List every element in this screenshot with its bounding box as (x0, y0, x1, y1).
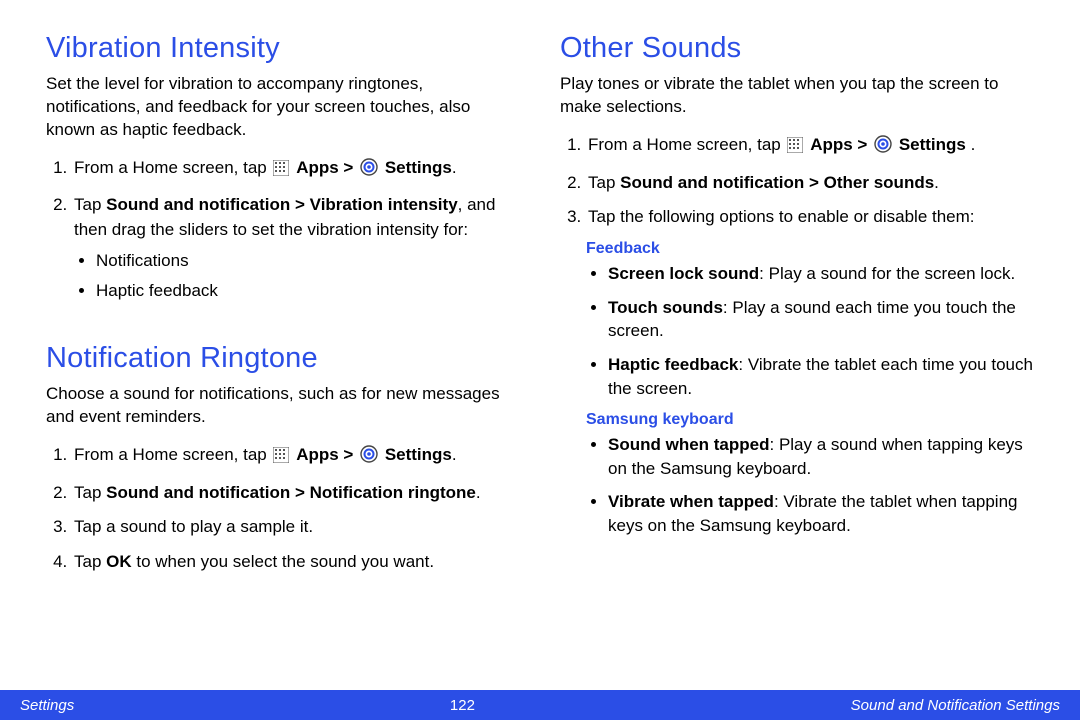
step-item: From a Home screen, tap Apps > Settings … (586, 133, 1034, 161)
step-bold: OK (106, 552, 132, 571)
feedback-list: Screen lock sound: Play a sound for the … (560, 262, 1034, 401)
settings-label: Settings (899, 135, 971, 154)
two-column-content: Vibration Intensity Set the level for vi… (0, 0, 1080, 585)
heading-other-sounds: Other Sounds (560, 32, 1034, 65)
settings-label: Settings (385, 158, 452, 177)
bullet-bold: Screen lock sound (608, 264, 759, 283)
manual-page: Vibration Intensity Set the level for vi… (0, 0, 1080, 720)
steps-vibration: From a Home screen, tap Apps > Settings.… (46, 156, 520, 303)
step-text-2: to when you select the sound you want. (132, 552, 434, 571)
bullet-item: Sound when tapped: Play a sound when tap… (608, 433, 1034, 481)
step-bold: Sound and notification > Notification ri… (106, 483, 476, 502)
settings-label: Settings (385, 445, 452, 464)
apps-grid-icon (787, 136, 803, 161)
subheading-samsung-keyboard: Samsung keyboard (560, 411, 1034, 429)
steps-other-sounds: From a Home screen, tap Apps > Settings … (560, 133, 1034, 230)
step-text: From a Home screen, tap (588, 135, 785, 154)
bullet-rest: : Play a sound for the screen lock. (759, 264, 1015, 283)
settings-gear-icon (360, 158, 378, 184)
bullet-bold: Vibrate when tapped (608, 492, 774, 511)
footer-left: Settings (20, 697, 74, 714)
step-bold: Sound and notification > Vibration inten… (106, 195, 458, 214)
step-text: Tap (588, 173, 620, 192)
bullet-list: Notifications Haptic feedback (74, 249, 520, 303)
step-item: From a Home screen, tap Apps > Settings. (72, 156, 520, 184)
bullet-item: Touch sounds: Play a sound each time you… (608, 296, 1034, 344)
footer-right: Sound and Notification Settings (851, 697, 1060, 714)
apps-label: Apps > (296, 158, 358, 177)
step-text: Tap (74, 483, 106, 502)
step-text: From a Home screen, tap (74, 158, 271, 177)
bullet-bold: Touch sounds (608, 298, 723, 317)
apps-grid-icon (273, 446, 289, 471)
steps-ringtone: From a Home screen, tap Apps > Settings.… (46, 443, 520, 575)
step-item: Tap Sound and notification > Notificatio… (72, 481, 520, 506)
apps-label: Apps > (296, 445, 358, 464)
page-footer: Settings 122 Sound and Notification Sett… (0, 690, 1080, 720)
step-end: . (971, 135, 976, 154)
step-text: From a Home screen, tap (74, 445, 271, 464)
bullet-item: Vibrate when tapped: Vibrate the tablet … (608, 490, 1034, 538)
step-end: . (452, 158, 457, 177)
step-bold: Sound and notification > Other sounds (620, 173, 934, 192)
bullet-item: Haptic feedback: Vibrate the tablet each… (608, 353, 1034, 401)
step-end: . (934, 173, 939, 192)
bullet-item: Haptic feedback (96, 279, 520, 303)
right-column: Other Sounds Play tones or vibrate the t… (560, 32, 1034, 585)
intro-vibration: Set the level for vibration to accompany… (46, 73, 520, 142)
apps-grid-icon (273, 159, 289, 184)
settings-gear-icon (874, 135, 892, 161)
left-column: Vibration Intensity Set the level for vi… (46, 32, 520, 585)
bullet-item: Screen lock sound: Play a sound for the … (608, 262, 1034, 286)
step-item: Tap a sound to play a sample it. (72, 515, 520, 540)
step-end: . (452, 445, 457, 464)
step-item: Tap the following options to enable or d… (586, 205, 1034, 230)
step-item: From a Home screen, tap Apps > Settings. (72, 443, 520, 471)
heading-notification-ringtone: Notification Ringtone (46, 342, 520, 375)
step-text: Tap (74, 195, 106, 214)
settings-gear-icon (360, 445, 378, 471)
page-number: 122 (450, 697, 475, 714)
intro-ringtone: Choose a sound for notifications, such a… (46, 383, 520, 429)
step-item: Tap OK to when you select the sound you … (72, 550, 520, 575)
step-item: Tap Sound and notification > Vibration i… (72, 193, 520, 302)
bullet-bold: Sound when tapped (608, 435, 770, 454)
step-text: Tap (74, 552, 106, 571)
bullet-item: Notifications (96, 249, 520, 273)
intro-other-sounds: Play tones or vibrate the tablet when yo… (560, 73, 1034, 119)
bullet-bold: Haptic feedback (608, 355, 738, 374)
step-item: Tap Sound and notification > Other sound… (586, 171, 1034, 196)
samsung-keyboard-list: Sound when tapped: Play a sound when tap… (560, 433, 1034, 538)
step-end: . (476, 483, 481, 502)
subheading-feedback: Feedback (560, 240, 1034, 258)
apps-label: Apps > (810, 135, 872, 154)
heading-vibration-intensity: Vibration Intensity (46, 32, 520, 65)
